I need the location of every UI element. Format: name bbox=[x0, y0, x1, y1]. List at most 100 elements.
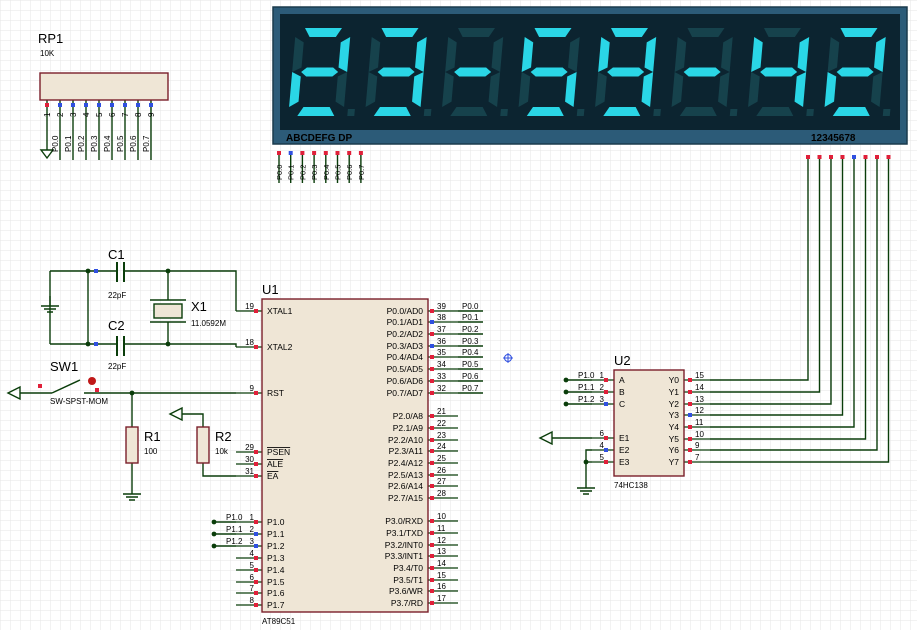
display-segment-net: P0.6 bbox=[345, 165, 354, 180]
pin-marker bbox=[277, 151, 281, 155]
pin-marker bbox=[817, 155, 822, 159]
u1-p0-net-label: P0.2 bbox=[462, 325, 479, 334]
u1-pin-number: 3 bbox=[250, 537, 255, 546]
pin-marker bbox=[430, 320, 434, 324]
pin-marker bbox=[71, 103, 75, 107]
pin-marker bbox=[688, 460, 692, 464]
u2-pin-number: 4 bbox=[600, 441, 605, 450]
segment-d bbox=[373, 107, 411, 116]
c1-ref: C1 bbox=[108, 247, 125, 262]
rp1-body[interactable] bbox=[39, 72, 169, 101]
u1-pin-number: 12 bbox=[437, 536, 446, 545]
pin-marker bbox=[97, 103, 101, 107]
segment-dp bbox=[500, 109, 508, 116]
u2-pin-number: 7 bbox=[695, 453, 700, 462]
x1-ref: X1 bbox=[191, 299, 207, 314]
x1-symbol[interactable] bbox=[153, 303, 183, 319]
rp1-pin-number: 6 bbox=[108, 112, 117, 117]
rp1-net-label: P0.2 bbox=[77, 135, 86, 152]
u1-pin-name: P1.4 bbox=[267, 565, 285, 575]
r1-ref: R1 bbox=[144, 429, 161, 444]
rp1-pin-number: 8 bbox=[134, 112, 143, 117]
pin-marker bbox=[430, 531, 434, 535]
u1-p0-net-label: P0.7 bbox=[462, 384, 479, 393]
segment-g bbox=[530, 67, 568, 77]
u1-pin-name: P0.2/AD2 bbox=[387, 329, 424, 339]
segment-g bbox=[683, 67, 721, 77]
u1-pin-number: 6 bbox=[250, 573, 255, 582]
u1-pin-name: P3.7/RD bbox=[391, 598, 423, 608]
u1-p1-net-label: P1.2 bbox=[226, 537, 243, 546]
junction-dot bbox=[211, 543, 217, 549]
segment-g bbox=[377, 67, 415, 77]
pin-marker bbox=[430, 496, 434, 500]
u2-input-net-label: P1.2 bbox=[578, 395, 595, 404]
pin-marker bbox=[149, 103, 153, 107]
pin-marker bbox=[688, 378, 692, 382]
pin-marker bbox=[430, 484, 434, 488]
r1-body[interactable] bbox=[125, 426, 139, 464]
u1-pin-number: 25 bbox=[437, 454, 446, 463]
u1-pin-name: P2.5/A13 bbox=[388, 470, 423, 480]
u1-ref: U1 bbox=[262, 282, 279, 297]
u1-pin-name: P3.3/INT1 bbox=[385, 551, 424, 561]
r2-ref: R2 bbox=[215, 429, 232, 444]
u1-pin-number: 15 bbox=[437, 571, 446, 580]
u1-p0-net-label: P0.0 bbox=[462, 302, 479, 311]
segment-g bbox=[454, 67, 492, 77]
u1-pin-name: P1.5 bbox=[267, 577, 285, 587]
pin-marker bbox=[335, 151, 340, 155]
pin-marker bbox=[604, 460, 608, 464]
segment-a bbox=[763, 28, 801, 37]
pin-marker bbox=[886, 155, 891, 159]
junction-dot bbox=[165, 341, 171, 347]
pin-marker bbox=[254, 544, 258, 548]
pin-marker bbox=[688, 413, 692, 417]
u1-pin-name: RST bbox=[267, 388, 284, 398]
display-segment-net: P0.3 bbox=[310, 165, 319, 180]
u1-pin-number: 26 bbox=[437, 466, 446, 475]
u1-pin-number: 39 bbox=[437, 302, 446, 311]
u1-pin-name: P2.4/A12 bbox=[388, 458, 423, 468]
segment-dp bbox=[423, 109, 432, 116]
pin-marker bbox=[875, 155, 879, 159]
junction-dot bbox=[563, 401, 569, 407]
junction-dot bbox=[563, 389, 569, 395]
rp1-net-label: P0.3 bbox=[90, 135, 99, 152]
rp1-pin-number: 3 bbox=[69, 112, 78, 117]
u1-pin-name: XTAL2 bbox=[267, 342, 293, 352]
pin-marker bbox=[136, 103, 140, 107]
u1-pin-number: 37 bbox=[437, 325, 446, 334]
u1-pin-number: 22 bbox=[437, 419, 446, 428]
pin-marker bbox=[84, 103, 88, 107]
segment-a bbox=[840, 28, 878, 37]
segment-g bbox=[301, 67, 339, 77]
pin-marker bbox=[430, 332, 434, 336]
u2-pin-name: Y3 bbox=[669, 410, 680, 420]
pin-marker bbox=[430, 379, 434, 383]
u1-pin-number: 24 bbox=[437, 442, 446, 451]
pin-marker bbox=[688, 402, 692, 406]
r2-body[interactable] bbox=[196, 426, 210, 464]
segment-dp bbox=[882, 109, 891, 116]
pin-marker bbox=[58, 103, 62, 107]
u1-pin-name: P3.5/T1 bbox=[393, 575, 423, 585]
schematic-canvas[interactable]: RP1 10K 1 2 P0.0 3 P0.1 4 P0.2 5 P0.3 6 P0.4 7 P0.5 8 P0… bbox=[0, 0, 917, 630]
rp1-value: 10K bbox=[40, 49, 55, 58]
pin-marker bbox=[254, 462, 258, 466]
u1-pin-number: 34 bbox=[437, 360, 446, 369]
pin-marker bbox=[254, 580, 258, 584]
u1-pin-name: XTAL1 bbox=[267, 306, 293, 316]
u1-pin-number: 19 bbox=[245, 302, 254, 311]
sw1-button[interactable] bbox=[88, 377, 96, 385]
u2-pin-number: 15 bbox=[695, 371, 704, 380]
segment-d bbox=[297, 107, 335, 116]
pin-marker bbox=[430, 589, 434, 593]
segment-g bbox=[836, 67, 874, 77]
u1-pin-number: 32 bbox=[437, 384, 446, 393]
u2-pin-name: B bbox=[619, 387, 625, 397]
pin-marker bbox=[430, 438, 434, 442]
u1-pin-name: P0.0/AD0 bbox=[387, 306, 424, 316]
u1-pin-name: P3.0/RXD bbox=[385, 516, 423, 526]
u1-p0-net-label: P0.4 bbox=[462, 348, 479, 357]
